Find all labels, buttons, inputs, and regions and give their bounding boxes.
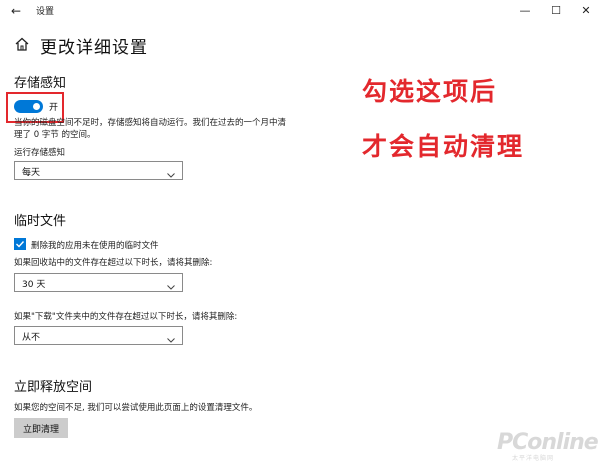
watermark-subtext: 太平洋电脑网 xyxy=(512,455,555,462)
close-button[interactable]: ✕ xyxy=(571,0,600,22)
downloads-label: 如果"下载"文件夹中的文件存在超过以下时长，请将其删除: xyxy=(14,312,238,322)
maximize-button[interactable]: ☐ xyxy=(541,0,571,22)
storage-sense-heading: 存储感知 xyxy=(14,76,67,91)
chevron-down-icon xyxy=(166,330,176,343)
title-bar: ← 设置 — ☐ ✕ xyxy=(0,0,600,22)
chevron-down-icon xyxy=(166,165,176,178)
recycle-bin-value: 30 天 xyxy=(22,280,46,290)
chevron-down-icon xyxy=(166,277,176,290)
clean-now-button[interactable]: 立即清理 xyxy=(14,418,68,438)
run-frequency-dropdown[interactable]: 每天 xyxy=(14,161,183,180)
temp-files-heading: 临时文件 xyxy=(14,214,67,229)
downloads-value: 从不 xyxy=(22,333,41,343)
toggle-state-label: 开 xyxy=(49,103,59,113)
free-space-heading: 立即释放空间 xyxy=(14,380,93,395)
annotation-line-1: 勾选这项后 xyxy=(362,77,498,106)
run-storage-sense-label: 运行存储感知 xyxy=(14,148,66,158)
minimize-button[interactable]: — xyxy=(510,0,540,22)
storage-sense-description-line-2: 理了 0 字节 的空间。 xyxy=(14,130,96,140)
recycle-bin-dropdown[interactable]: 30 天 xyxy=(14,273,183,292)
watermark-logo: PConline xyxy=(497,430,599,455)
run-frequency-value: 每天 xyxy=(22,168,41,178)
home-icon[interactable] xyxy=(14,36,30,52)
delete-temp-files-checkbox[interactable] xyxy=(14,238,26,250)
window-title: 设置 xyxy=(36,7,55,17)
storage-sense-description-line-1: 当你的磁盘空间不足时，存储感知将自动运行。我们在过去的一个月中清 xyxy=(14,118,287,128)
storage-sense-toggle[interactable] xyxy=(14,100,43,113)
delete-temp-files-label: 删除我的应用未在使用的临时文件 xyxy=(31,241,159,251)
free-space-description: 如果您的空间不足, 我们可以尝试使用此页面上的设置清理文件。 xyxy=(14,403,258,413)
recycle-bin-label: 如果回收站中的文件存在超过以下时长，请将其删除: xyxy=(14,258,213,268)
annotation-line-2: 才会自动清理 xyxy=(362,132,525,161)
downloads-dropdown[interactable]: 从不 xyxy=(14,326,183,345)
back-arrow-icon[interactable]: ← xyxy=(6,2,26,20)
page-title: 更改详细设置 xyxy=(40,38,148,58)
toggle-knob xyxy=(33,103,40,110)
